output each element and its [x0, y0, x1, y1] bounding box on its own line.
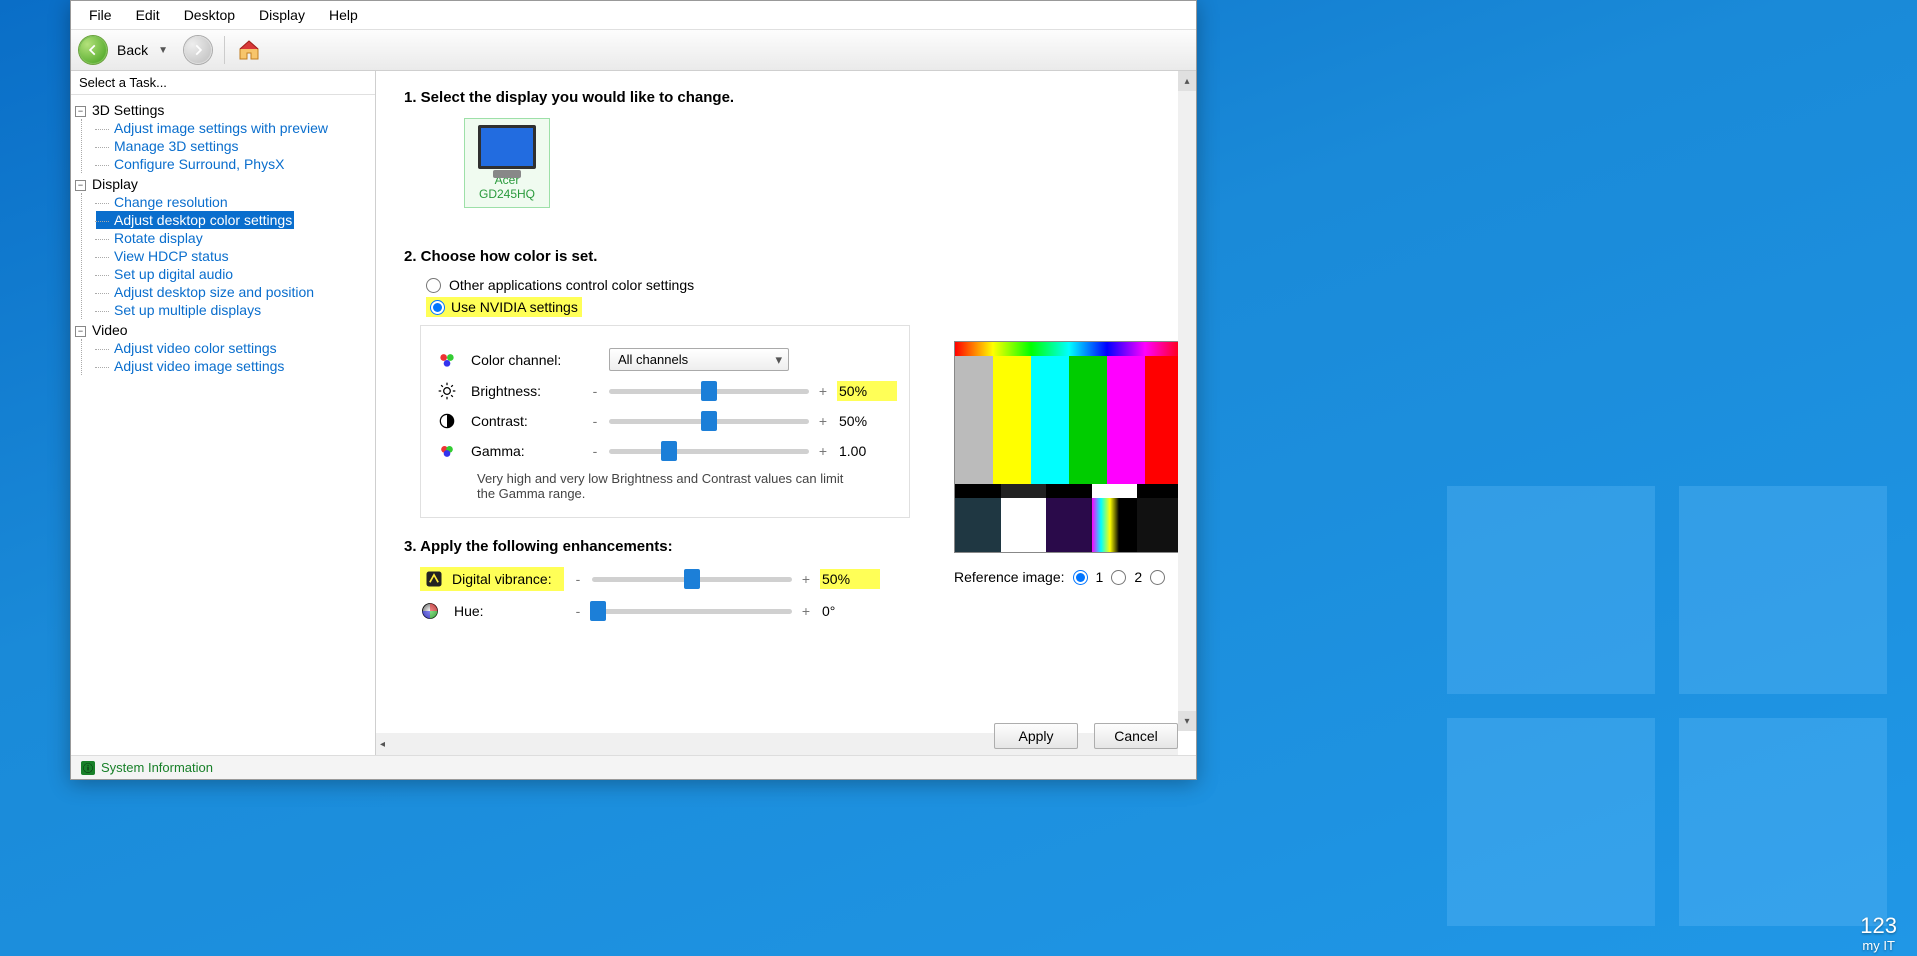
- tree-group-video[interactable]: −Video: [75, 321, 371, 339]
- tree-item-desktop-size-position[interactable]: Adjust desktop size and position: [96, 283, 371, 301]
- radio-other-apps-label: Other applications control color setting…: [449, 277, 694, 293]
- radio-other-apps[interactable]: [426, 278, 441, 293]
- gamma-label: Gamma:: [471, 443, 581, 459]
- nvidia-control-panel-window: File Edit Desktop Display Help Back ▼ Se…: [70, 0, 1197, 780]
- minus-icon: -: [587, 383, 603, 399]
- digital-vibrance-icon: [424, 569, 444, 589]
- toolbar: Back ▼: [71, 30, 1196, 71]
- tree-item-change-resolution[interactable]: Change resolution: [96, 193, 371, 211]
- tree-item-configure-surround[interactable]: Configure Surround, PhysX: [96, 155, 371, 173]
- gamma-range-note: Very high and very low Brightness and Co…: [477, 471, 857, 501]
- collapse-icon[interactable]: −: [75, 180, 86, 191]
- tree-group-display[interactable]: −Display: [75, 175, 371, 193]
- system-information-link[interactable]: ⓘ System Information: [71, 755, 1196, 779]
- color-channel-icon: [437, 350, 457, 370]
- radio-use-nvidia[interactable]: [430, 300, 445, 315]
- preview-panel: Reference image: 1 2: [954, 341, 1184, 585]
- scroll-down-icon[interactable]: ▾: [1178, 711, 1196, 731]
- radio-use-nvidia-label: Use NVIDIA settings: [451, 299, 578, 315]
- color-settings-block: Color channel: All channels Brightness: …: [420, 325, 910, 518]
- brightness-value: 50%: [837, 381, 897, 401]
- menu-file[interactable]: File: [79, 3, 122, 27]
- contrast-label: Contrast:: [471, 413, 581, 429]
- reference-preview-image: [954, 341, 1184, 553]
- display-thumbnail[interactable]: Acer GD245HQ: [464, 118, 550, 208]
- tree-item-video-image[interactable]: Adjust video image settings: [96, 357, 371, 375]
- apply-button[interactable]: Apply: [994, 723, 1078, 749]
- hue-value: 0°: [820, 603, 880, 619]
- watermark: 123 my IT: [1860, 916, 1897, 956]
- collapse-icon[interactable]: −: [75, 106, 86, 117]
- forward-button[interactable]: [184, 36, 212, 64]
- minus-icon: -: [570, 571, 586, 587]
- tree-item-adjust-desktop-color[interactable]: Adjust desktop color settings: [96, 211, 294, 229]
- digital-vibrance-slider[interactable]: [592, 577, 792, 582]
- brightness-icon: [437, 381, 457, 401]
- back-button[interactable]: [79, 36, 107, 64]
- info-icon: ⓘ: [81, 761, 95, 775]
- action-buttons: Apply Cancel: [994, 717, 1178, 755]
- main-pane: 1. Select the display you would like to …: [376, 71, 1196, 755]
- plus-icon: +: [798, 603, 814, 619]
- minus-icon: -: [587, 443, 603, 459]
- tree-group-3d-settings[interactable]: −3D Settings: [75, 101, 371, 119]
- gamma-icon: [437, 441, 457, 461]
- contrast-icon: [437, 411, 457, 431]
- minus-icon: -: [587, 413, 603, 429]
- color-channel-select[interactable]: All channels: [609, 348, 789, 371]
- menu-edit[interactable]: Edit: [126, 3, 170, 27]
- toolbar-separator: [224, 36, 225, 64]
- hue-label: Hue:: [454, 603, 564, 619]
- tree-item-view-hdcp[interactable]: View HDCP status: [96, 247, 371, 265]
- home-icon[interactable]: [237, 38, 261, 62]
- plus-icon: +: [798, 571, 814, 587]
- reference-radio-2[interactable]: [1111, 570, 1126, 585]
- contrast-slider[interactable]: [609, 419, 809, 424]
- hue-icon: [420, 601, 440, 621]
- sidebar-header: Select a Task...: [71, 71, 375, 95]
- plus-icon: +: [815, 383, 831, 399]
- scroll-up-icon[interactable]: ▴: [1178, 71, 1196, 91]
- brightness-slider[interactable]: [609, 389, 809, 394]
- collapse-icon[interactable]: −: [75, 326, 86, 337]
- hue-slider[interactable]: [592, 609, 792, 614]
- reference-image-label: Reference image:: [954, 569, 1065, 585]
- tree-item-digital-audio[interactable]: Set up digital audio: [96, 265, 371, 283]
- menu-desktop[interactable]: Desktop: [174, 3, 245, 27]
- menu-display[interactable]: Display: [249, 3, 315, 27]
- tree-item-manage-3d[interactable]: Manage 3D settings: [96, 137, 371, 155]
- tree-item-adjust-image-preview[interactable]: Adjust image settings with preview: [96, 119, 371, 137]
- reference-radio-1[interactable]: [1073, 570, 1088, 585]
- vertical-scrollbar[interactable]: ▴ ▾: [1178, 71, 1196, 731]
- scroll-left-icon[interactable]: ◂: [380, 739, 385, 750]
- tree-item-rotate-display[interactable]: Rotate display: [96, 229, 371, 247]
- cancel-button[interactable]: Cancel: [1094, 723, 1178, 749]
- digital-vibrance-value: 50%: [820, 569, 880, 589]
- minus-icon: -: [570, 603, 586, 619]
- brightness-label: Brightness:: [471, 383, 581, 399]
- section1-title: 1. Select the display you would like to …: [404, 89, 1168, 106]
- tree-item-multiple-displays[interactable]: Set up multiple displays: [96, 301, 371, 319]
- color-channel-label: Color channel:: [471, 352, 581, 368]
- task-tree: −3D Settings Adjust image settings with …: [71, 95, 375, 755]
- gamma-value: 1.00: [837, 443, 897, 459]
- menu-help[interactable]: Help: [319, 3, 368, 27]
- plus-icon: +: [815, 443, 831, 459]
- task-sidebar: Select a Task... −3D Settings Adjust ima…: [71, 71, 376, 755]
- gamma-slider[interactable]: [609, 449, 809, 454]
- menubar: File Edit Desktop Display Help: [71, 1, 1196, 30]
- desktop-windows-logo: [1447, 486, 1887, 926]
- back-label: Back: [113, 42, 152, 58]
- tree-item-video-color[interactable]: Adjust video color settings: [96, 339, 371, 357]
- reference-radio-3[interactable]: [1150, 570, 1165, 585]
- digital-vibrance-label: Digital vibrance:: [452, 571, 552, 587]
- back-history-dropdown[interactable]: ▼: [158, 45, 178, 56]
- contrast-value: 50%: [837, 413, 897, 429]
- plus-icon: +: [815, 413, 831, 429]
- monitor-icon: [478, 125, 536, 169]
- section2-title: 2. Choose how color is set.: [404, 248, 1168, 265]
